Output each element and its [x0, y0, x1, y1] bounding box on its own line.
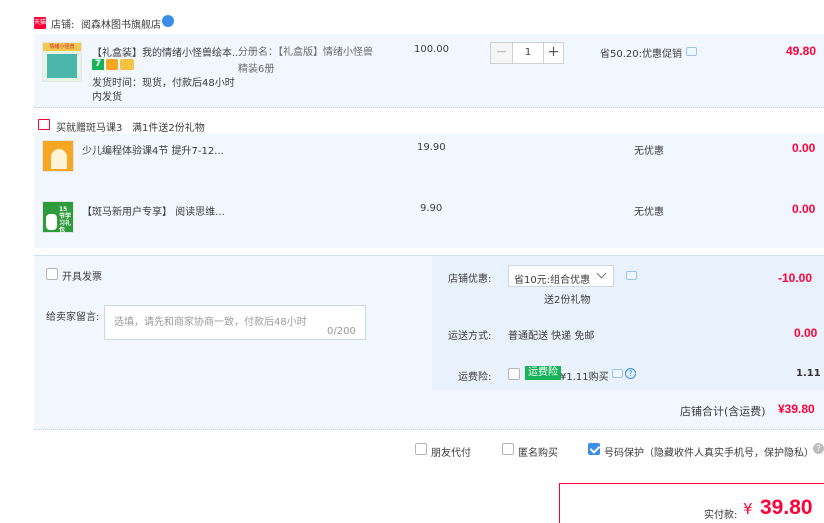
thumb-text: 15节学习礼包: [59, 206, 72, 234]
message-placeholder: 选填，请先和商家协商一致，付款后48小时: [114, 317, 307, 328]
product-thumbnail[interactable]: 情绪小怪兽: [42, 42, 82, 82]
main-item-row: 情绪小怪兽 【礼盒装】我的情绪小怪兽绘本... 7 发货时间：现货，付款后48小…: [34, 34, 824, 108]
guarantee-icon: [106, 59, 118, 70]
shop-prefix: 店铺:: [51, 20, 75, 31]
pay-label: 实付款:: [704, 510, 738, 521]
insurance-text: ¥1.11购买: [560, 372, 609, 383]
shop-header: 天猫 店铺: 阅森林图书旗舰店: [34, 14, 824, 34]
friend-pay-label: 朋友代付: [431, 448, 471, 459]
friend-pay-checkbox[interactable]: [415, 443, 427, 455]
insurance-tag: 运费险: [525, 366, 561, 380]
gift-row: 15节学习礼包 【斑马新用户专享】 阅读思维... 9.90 无优惠 0.00: [34, 190, 824, 248]
privacy-help-icon[interactable]: ?: [813, 443, 824, 454]
item-unit-price: 100.00: [414, 44, 449, 55]
item-title-link[interactable]: 【礼盒装】我的情绪小怪兽绘本...: [92, 44, 242, 59]
gift-price: 19.90: [417, 142, 446, 153]
item-spec: 分册名：【礼盒版】情绪小怪兽精装6册: [238, 47, 373, 75]
shop-total-label: 店铺合计(含运费): [680, 405, 766, 418]
pay-amount: 39.80: [760, 496, 813, 519]
coupon-chat-icon[interactable]: [626, 271, 637, 280]
message-textarea[interactable]: 选填，请先和商家协商一致，付款后48小时 0/200: [104, 305, 366, 340]
qty-increase-button[interactable]: +: [543, 43, 563, 63]
gift-icon: [38, 119, 50, 130]
coupon-sub: 送2份礼物: [544, 295, 591, 306]
purchase-options: 朋友代付 匿名购买 号码保护（隐藏收件人真实手机号，保护隐私） ?: [400, 440, 824, 460]
item-subtotal: 49.80: [786, 44, 817, 58]
gift-title: 买就赠斑马课3: [56, 123, 123, 134]
pay-currency: ¥: [743, 500, 753, 518]
message-counter: 0/200: [327, 326, 356, 337]
shipping-amount: 0.00: [794, 326, 818, 340]
pay-summary-box: 实付款: ¥ 39.80: [559, 483, 824, 523]
shipping-label: 运送方式:: [448, 331, 492, 342]
gift-title-link[interactable]: 【斑马新用户专享】 阅读思维...: [82, 203, 225, 218]
quantity-stepper: − 1 +: [490, 42, 564, 64]
insurance-label: 运费险:: [458, 372, 492, 383]
gift-title-link[interactable]: 少儿编程体验课4节 提升7-12...: [82, 142, 224, 157]
gift-price: 9.90: [420, 203, 443, 214]
shop-total-amount: ¥39.80: [778, 402, 815, 416]
qty-input[interactable]: 1: [513, 43, 543, 63]
coupon-select[interactable]: 省10元:组合优惠: [508, 265, 614, 287]
gift-promo: 无优惠: [634, 146, 664, 157]
insurance-chat-icon[interactable]: [612, 369, 623, 378]
invoice-checkbox[interactable]: [46, 268, 58, 280]
gift-subtotal: 0.00: [792, 202, 816, 216]
gift-promo: 无优惠: [634, 207, 664, 218]
gift-desc: 满1件送2份礼物: [132, 123, 205, 134]
gift-thumbnail[interactable]: [42, 140, 74, 172]
insurance-amount: 1.11: [796, 368, 821, 379]
help-icon[interactable]: ?: [625, 368, 636, 379]
coupon-amount: -10.00: [778, 271, 813, 285]
anonymous-checkbox[interactable]: [502, 443, 514, 455]
ship-time-line2: 内发货: [92, 92, 122, 103]
tmall-badge-icon: 天猫: [34, 17, 46, 29]
message-label: 给卖家留言:: [46, 312, 100, 323]
coupon-label: 店铺优惠:: [448, 274, 492, 285]
promo-chat-icon[interactable]: [686, 47, 697, 56]
gift-header: 买就赠斑马课3 满1件送2份礼物: [34, 117, 824, 135]
gift-thumbnail[interactable]: 15节学习礼包: [42, 201, 74, 234]
privacy-label: 号码保护（隐藏收件人真实手机号，保护隐私）: [604, 448, 814, 459]
shop-name-link[interactable]: 阅森林图书旗舰店: [81, 16, 161, 31]
thumb-figure: [51, 149, 67, 169]
credit-card-icon: [120, 59, 134, 70]
wangwang-chat-icon[interactable]: [162, 15, 174, 27]
shipping-value: 普通配送 快递 免邮: [508, 331, 595, 342]
coupon-selected-value: 省10元:组合优惠: [514, 275, 591, 286]
qty-decrease-button[interactable]: −: [491, 43, 513, 63]
item-promo: 省50.20:优惠促销: [600, 49, 682, 60]
thumb-box-art: [47, 54, 77, 78]
invoice-label: 开具发票: [62, 272, 102, 283]
order-options-panel: 开具发票 给卖家留言: 选填，请先和商家协商一致，付款后48小时 0/200 店…: [34, 255, 824, 430]
ship-time-line1: 发货时间：现货，付款后48小时: [92, 78, 235, 89]
gift-row: 少儿编程体验课4节 提升7-12... 19.90 无优惠 0.00: [34, 134, 824, 190]
anonymous-label: 匿名购买: [518, 448, 558, 459]
insurance-checkbox[interactable]: [508, 368, 520, 380]
thumb-mascot: [46, 214, 57, 230]
thumb-banner: 情绪小怪兽: [43, 43, 81, 51]
seven-day-return-icon: 7: [92, 59, 104, 70]
right-column: 店铺优惠: 省10元:组合优惠 送2份礼物 -10.00 运送方式: 普通配送 …: [432, 256, 824, 390]
privacy-checkbox[interactable]: [588, 443, 600, 455]
gift-subtotal: 0.00: [792, 141, 816, 155]
chevron-down-icon: [596, 268, 607, 279]
